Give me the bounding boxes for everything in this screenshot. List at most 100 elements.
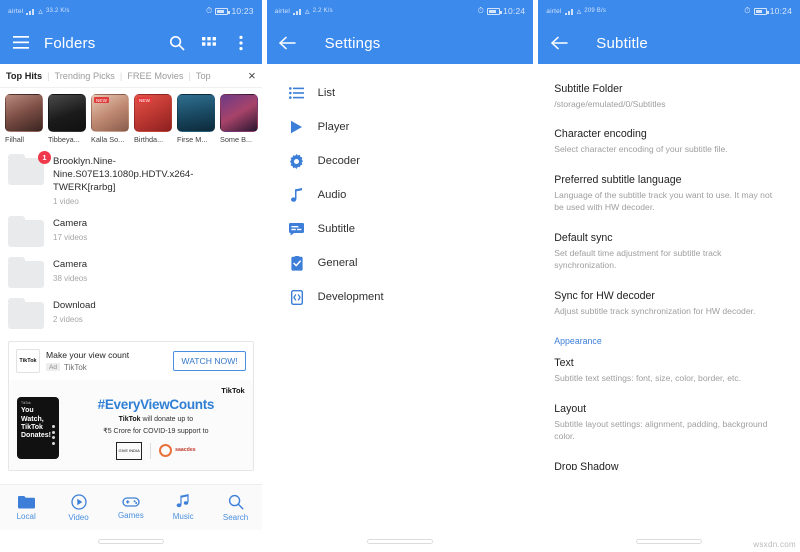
settings-item-audio[interactable]: Audio: [267, 178, 534, 212]
folder-icon-wrap: [8, 215, 44, 247]
thumb-artwork: [5, 94, 43, 132]
subtitle-item-sync-hw-decoder[interactable]: Sync for HW decoder Adjust subtitle trac…: [538, 281, 800, 326]
subtitle-item-text[interactable]: Text Subtitle text settings: font, size,…: [538, 348, 800, 393]
nav-item-music[interactable]: Music: [157, 494, 209, 521]
battery-icon: [487, 7, 503, 15]
folder-name: Download: [53, 299, 96, 311]
status-bar-right-group: ⏱ 10:23: [206, 6, 254, 16]
settings-item-label: General: [317, 257, 358, 269]
ad-partner-2: saacdes: [159, 444, 196, 458]
folder-count: 38 videos: [53, 273, 88, 283]
settings-item-list[interactable]: List: [267, 76, 534, 110]
ad-cta-button[interactable]: WATCH NOW!: [173, 350, 246, 371]
promo-thumb[interactable]: Filhall: [5, 94, 43, 144]
settings-item-development[interactable]: Development: [267, 280, 534, 314]
nav-label: Search: [222, 512, 249, 522]
tab-trending-picks[interactable]: Trending Picks: [54, 71, 114, 81]
folder-row[interactable]: 1 Brooklyn.Nine-Nine.S07E13.1080p.HDTV.x…: [0, 150, 262, 212]
item-title: Character encoding: [554, 128, 647, 141]
subtitle-item-default-sync[interactable]: Default sync Set default time adjustment…: [538, 223, 800, 281]
ad-source: TikTok: [63, 362, 87, 372]
settings-item-player[interactable]: Player: [267, 110, 534, 144]
thumb-artwork: NEW: [134, 94, 172, 132]
ad-title: Make your view count: [46, 349, 130, 360]
network-rate-label: 33.2 K/s: [46, 7, 70, 14]
status-bar-left-group: airtel ▵ 2.2 K/s: [275, 5, 333, 16]
settings-item-label: List: [317, 87, 336, 99]
item-title: Text: [554, 357, 574, 370]
settings-item-label: Audio: [317, 189, 347, 201]
panel-folders: airtel ▵ 33.2 K/s ⏱ 10:23 Folders Top Hi…: [0, 0, 262, 552]
bottom-navigation: Local Video Games Music Search: [0, 484, 262, 530]
settings-item-subtitle[interactable]: Subtitle: [267, 212, 534, 246]
clock-label: 10:24: [769, 6, 793, 16]
hamburger-icon[interactable]: [12, 34, 30, 52]
promo-tab-strip: Top Hits | Trending Picks | FREE Movies …: [0, 64, 262, 88]
battery-icon: [215, 7, 231, 15]
music-note-icon: [176, 494, 189, 508]
advertisement-banner[interactable]: TikTok Make your view count Ad TikTok WA…: [8, 340, 254, 471]
arrow-back-icon[interactable]: [279, 34, 297, 52]
tab-free-movies[interactable]: FREE Movies: [127, 71, 183, 81]
page-title: Settings: [324, 34, 381, 52]
search-icon: [228, 494, 244, 510]
folder-count: 17 videos: [53, 232, 88, 242]
more-vert-icon[interactable]: [232, 34, 250, 52]
ad-line-2: ₹5 Crore for COVID-19 support to: [103, 428, 209, 436]
grid-icon[interactable]: [200, 34, 218, 52]
thumb-artwork: NEW: [91, 94, 129, 132]
nav-item-video[interactable]: Video: [52, 493, 104, 522]
settings-item-general[interactable]: General: [267, 246, 534, 280]
folder-icon: [17, 495, 35, 508]
folder-row[interactable]: Camera 17 videos: [0, 212, 262, 253]
tab-top-clipped[interactable]: Top: [196, 71, 211, 81]
thumb-caption: Some B...: [220, 135, 253, 144]
subtitle-item-character-encoding[interactable]: Character encoding Select character enco…: [538, 119, 800, 164]
tab-separator: |: [119, 70, 123, 81]
subtitle-item-layout[interactable]: Layout Subtitle layout settings: alignme…: [538, 394, 800, 452]
promo-thumb[interactable]: Tibbeya...: [48, 94, 86, 144]
subtitle-item-subtitle-folder[interactable]: Subtitle Folder /storage/emulated/0/Subt…: [538, 74, 800, 119]
gesture-bar[interactable]: [266, 530, 534, 552]
thumb-badge: NEW: [137, 97, 153, 103]
nav-item-search[interactable]: Search: [209, 494, 261, 522]
gamepad-icon: [122, 497, 140, 507]
item-description: Select character encoding of your subtit…: [554, 144, 728, 155]
item-description: Subtitle text settings: font, size, colo…: [554, 373, 742, 384]
folder-meta: Brooklyn.Nine-Nine.S07E13.1080p.HDTV.x26…: [53, 156, 252, 206]
search-icon[interactable]: [168, 34, 186, 52]
subtitle-item-preferred-language[interactable]: Preferred subtitle language Language of …: [538, 165, 800, 223]
item-title: Drop Shadow: [554, 460, 619, 470]
ad-partner-1: GIVE INDIA: [116, 441, 143, 460]
item-title: Sync for HW decoder: [554, 289, 655, 302]
folder-icon: [8, 256, 44, 288]
subtitle-item-clipped[interactable]: Drop Shadow: [538, 452, 800, 470]
promo-thumb[interactable]: Firse M...: [177, 94, 215, 144]
ad-partner-2-name: saacdes: [175, 446, 196, 453]
nav-item-games[interactable]: Games: [105, 495, 157, 520]
network-rate-label: 2.2 K/s: [312, 7, 333, 14]
promo-thumb[interactable]: NEW Birthda...: [134, 94, 172, 144]
item-description: Adjust subtitle track synchronization fo…: [554, 305, 756, 316]
settings-item-label: Decoder: [317, 155, 360, 167]
app-bar-folders: Folders: [0, 22, 262, 64]
folder-count: 1 video: [53, 196, 79, 206]
subtitle-icon: [289, 221, 305, 237]
folder-row[interactable]: Camera 38 videos: [0, 253, 262, 294]
folder-row[interactable]: Download 2 videos: [0, 294, 262, 335]
close-icon[interactable]: ×: [244, 69, 256, 82]
arrow-back-icon[interactable]: [550, 34, 568, 52]
ad-phone-text: You Watch, TikTok Donates!: [21, 407, 51, 439]
gesture-bar[interactable]: [0, 530, 262, 552]
settings-list: List Player Decoder Audio Subtitle Gener…: [267, 64, 534, 314]
tab-top-hits[interactable]: Top Hits: [6, 71, 42, 81]
wifi-icon: ▵: [304, 5, 310, 16]
ad-partner-ring-icon: [159, 444, 173, 458]
settings-item-decoder[interactable]: Decoder: [267, 144, 534, 178]
promo-thumb[interactable]: Some B...: [220, 94, 258, 144]
ad-line-1-brand: TikTok: [118, 415, 141, 423]
status-bar-left: airtel ▵ 33.2 K/s ⏱ 10:23: [0, 0, 262, 22]
app-bar-settings: Settings: [266, 22, 534, 64]
promo-thumb[interactable]: NEW Kalla So...: [91, 94, 129, 144]
nav-item-local[interactable]: Local: [0, 495, 52, 521]
